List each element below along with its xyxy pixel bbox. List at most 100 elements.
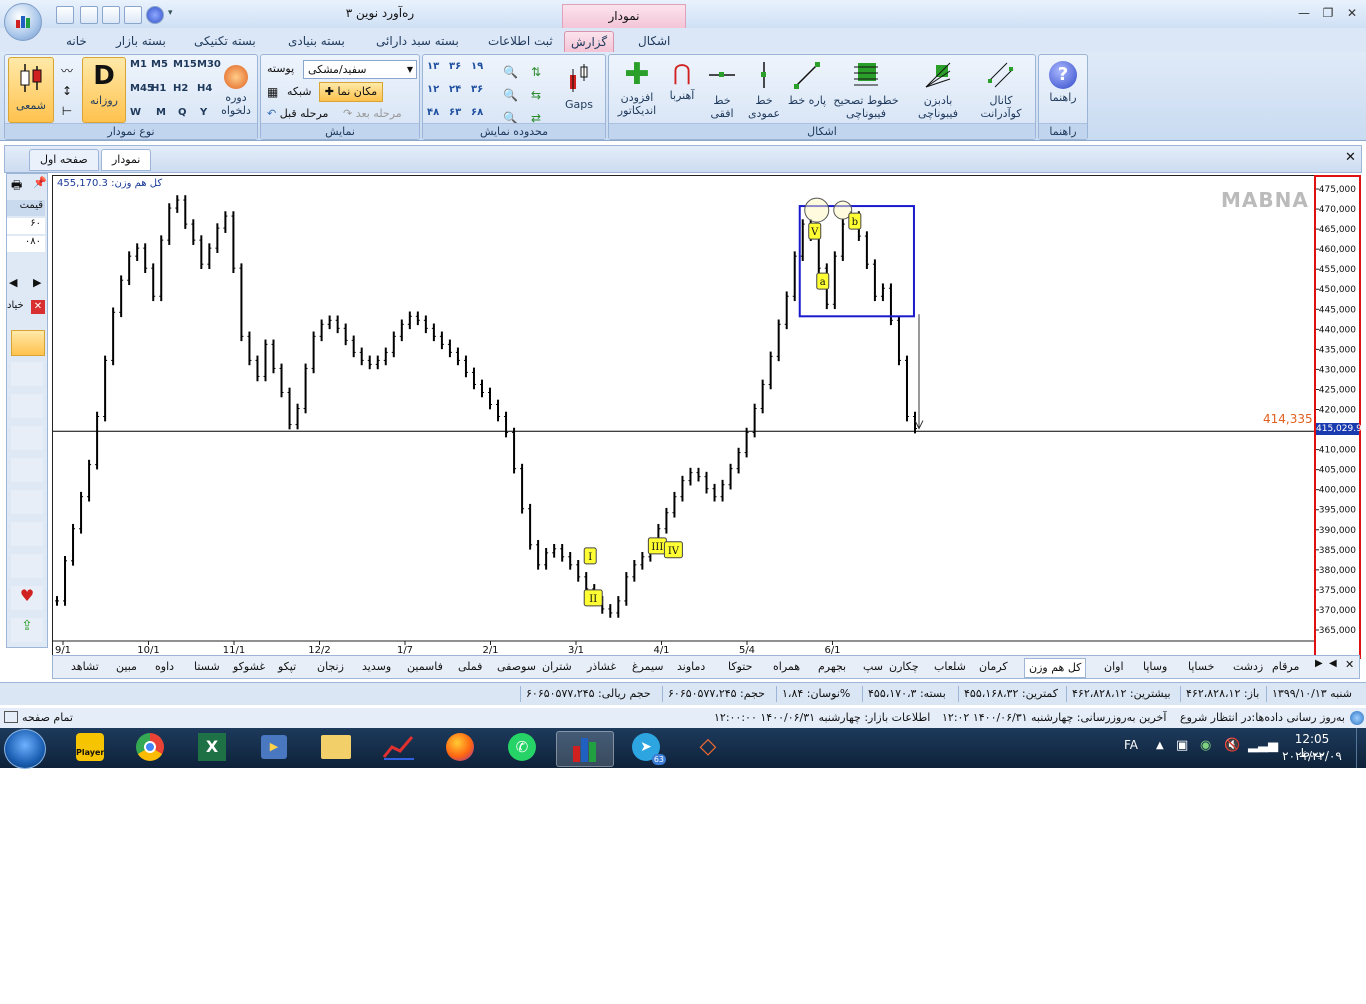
- taskbar-media[interactable]: ▶: [246, 731, 302, 765]
- range-13[interactable]: ۱۳: [427, 61, 439, 72]
- tool-formula-icon[interactable]: [11, 522, 43, 546]
- tool-export-icon[interactable]: ⇪: [11, 618, 43, 642]
- range-63[interactable]: ۶۳: [449, 107, 461, 118]
- skin-select[interactable]: سفید/مشکی ▼: [303, 60, 417, 79]
- taskbar-anydesk[interactable]: ◇: [680, 731, 736, 765]
- range-48[interactable]: ۴۸: [427, 107, 439, 118]
- tf-h2[interactable]: H2: [173, 83, 188, 94]
- symbol-tab[interactable]: کل هم وزن: [1024, 658, 1087, 678]
- clock-date[interactable]: ۲۰۲۱/۲۲/۰۹: [1280, 749, 1344, 763]
- taskbar-firefox[interactable]: [432, 731, 488, 765]
- gaps-button[interactable]: Gaps: [559, 63, 599, 111]
- symbol-tab[interactable]: وسدید: [362, 658, 391, 676]
- tf-h4[interactable]: H4: [197, 83, 212, 94]
- zoom-out-icon[interactable]: 🔍: [503, 84, 518, 107]
- restore-button[interactable]: ❐: [1320, 5, 1336, 21]
- doc-tab-first-page[interactable]: صفحه اول: [29, 149, 99, 171]
- tool-notes-icon[interactable]: [11, 554, 43, 578]
- range-24[interactable]: ۲۴: [449, 84, 461, 95]
- magnet-button[interactable]: ⋂ آهنربا: [663, 61, 701, 102]
- start-button[interactable]: [4, 729, 46, 769]
- fullpage-icon[interactable]: [4, 711, 18, 723]
- tf-m15[interactable]: M15: [173, 59, 197, 70]
- crosshair-button[interactable]: ✚ مکان نما: [319, 82, 383, 102]
- taskbar-telegram[interactable]: ➤ 63: [618, 731, 674, 765]
- tray-signal-icon[interactable]: ▂▃▅: [1248, 738, 1278, 753]
- tray-expand-icon[interactable]: ▲: [1156, 740, 1164, 751]
- tab-report[interactable]: گزارش: [564, 31, 615, 52]
- tool-alert-icon[interactable]: [11, 490, 43, 514]
- next-step-button[interactable]: ↷ مرحله بعد: [343, 107, 402, 120]
- tf-y[interactable]: Y: [200, 107, 207, 118]
- price-axis[interactable]: 475,000 470,000 465,000 460,000 455,000 450,0…: [1314, 175, 1362, 659]
- symbol-tab[interactable]: غشوکو: [233, 658, 265, 676]
- tab-data-entry[interactable]: ثبت اطلاعات: [482, 31, 559, 51]
- add-indicator-button[interactable]: ✚ افزودن اندیکاتور: [613, 60, 661, 118]
- taskbar-explorer[interactable]: [308, 731, 364, 765]
- scroll-tools[interactable]: ⇅ ⇆ ⇄: [531, 61, 541, 130]
- taskbar-trader[interactable]: [370, 731, 426, 765]
- horizontal-line-button[interactable]: خط افقی: [703, 61, 741, 120]
- taskbar-excel[interactable]: X: [184, 731, 240, 765]
- tray-network-icon[interactable]: ◉: [1200, 738, 1211, 753]
- tab-shapes[interactable]: اشکال: [632, 31, 676, 51]
- tool-filter-icon[interactable]: [11, 458, 43, 482]
- range-36a[interactable]: ۳۶: [449, 61, 461, 72]
- range-68[interactable]: ۶۸: [471, 107, 483, 118]
- vertical-line-button[interactable]: خط عمودی: [745, 61, 783, 120]
- prev-step-button[interactable]: ↶ مرحله قبل: [267, 107, 328, 120]
- scroll-right-icon[interactable]: ▶: [33, 276, 41, 289]
- symbols-next-icon[interactable]: ▶: [1315, 658, 1323, 669]
- line-segment-button[interactable]: پاره خط: [787, 61, 827, 107]
- save-icon[interactable]: [56, 6, 74, 24]
- symbol-tab[interactable]: مبین: [116, 658, 137, 676]
- symbols-prev-icon[interactable]: ◀: [1329, 658, 1337, 669]
- zoom-tools[interactable]: 🔍 🔍 🔍: [503, 61, 518, 130]
- range-36b[interactable]: ۳۶: [471, 84, 483, 95]
- symbol-tab[interactable]: زدشت: [1233, 658, 1263, 676]
- help-quick-icon[interactable]: [146, 6, 164, 24]
- search-field[interactable]: خیاد: [7, 300, 29, 316]
- show-desktop-button[interactable]: [1356, 728, 1366, 768]
- grid-icon[interactable]: ▦: [267, 85, 278, 99]
- daily-button[interactable]: D روزانه: [82, 57, 126, 123]
- tray-mute-icon[interactable]: 🔇: [1224, 738, 1240, 753]
- symbol-tab[interactable]: حتوکا: [728, 658, 752, 676]
- symbol-tab[interactable]: داوه: [155, 658, 174, 676]
- tf-m5[interactable]: M5: [151, 59, 168, 70]
- symbol-tab[interactable]: بجهرم: [818, 658, 846, 676]
- pin-icon[interactable]: 📌: [33, 176, 47, 189]
- taskbar-rahavard[interactable]: [556, 731, 614, 767]
- symbol-tab[interactable]: فملی: [458, 658, 482, 676]
- symbol-tab[interactable]: شلعاب: [934, 658, 966, 676]
- symbol-tab[interactable]: تشاهد: [71, 658, 99, 676]
- symbol-tab[interactable]: غشاذر: [587, 658, 616, 676]
- custom-period-button[interactable]: دوره دلخواه: [217, 65, 255, 117]
- fib-fan-button[interactable]: بادبزن فیبوناچی: [907, 61, 969, 120]
- close-window-button[interactable]: ✕: [1344, 5, 1360, 21]
- minimize-button[interactable]: —: [1296, 5, 1312, 21]
- tab-portfolio[interactable]: بسته سبد دارائی: [370, 31, 465, 51]
- symbol-tab[interactable]: فاسمین: [407, 658, 443, 676]
- tool-portfolio-icon[interactable]: [11, 394, 43, 418]
- symbol-tab[interactable]: سوصفی: [497, 658, 536, 676]
- print-icon[interactable]: [80, 6, 98, 24]
- taskbar-whatsapp[interactable]: ✆: [494, 731, 550, 765]
- range-12[interactable]: ۱۲: [427, 84, 439, 95]
- candle-button[interactable]: شمعی: [8, 57, 54, 123]
- symbol-tab[interactable]: تپکو: [278, 658, 296, 676]
- settings-icon[interactable]: [124, 6, 142, 24]
- tf-h1[interactable]: H1: [151, 83, 166, 94]
- tool-stats-icon[interactable]: [11, 362, 43, 386]
- fullpage-label[interactable]: تمام صفحه: [22, 711, 73, 724]
- preview-icon[interactable]: [102, 6, 120, 24]
- symbol-tab[interactable]: کرمان: [979, 658, 1008, 676]
- symbol-tab[interactable]: چکارن: [889, 658, 919, 676]
- symbol-tab[interactable]: همراه: [773, 658, 800, 676]
- chart-style-list[interactable]: 〰 ↕ ⊢: [57, 61, 77, 121]
- print-chart-icon[interactable]: 🖶: [11, 176, 22, 197]
- symbols-close-icon[interactable]: ✕: [1345, 658, 1354, 671]
- price-chart[interactable]: 9/1 10/1 11/1 12/2 1/7 2/1 3/1 4/1 5/4 6/1IIIIII I…: [53, 176, 1315, 656]
- symbol-tab[interactable]: شتران: [542, 658, 572, 676]
- tab-home[interactable]: خانه: [60, 31, 93, 51]
